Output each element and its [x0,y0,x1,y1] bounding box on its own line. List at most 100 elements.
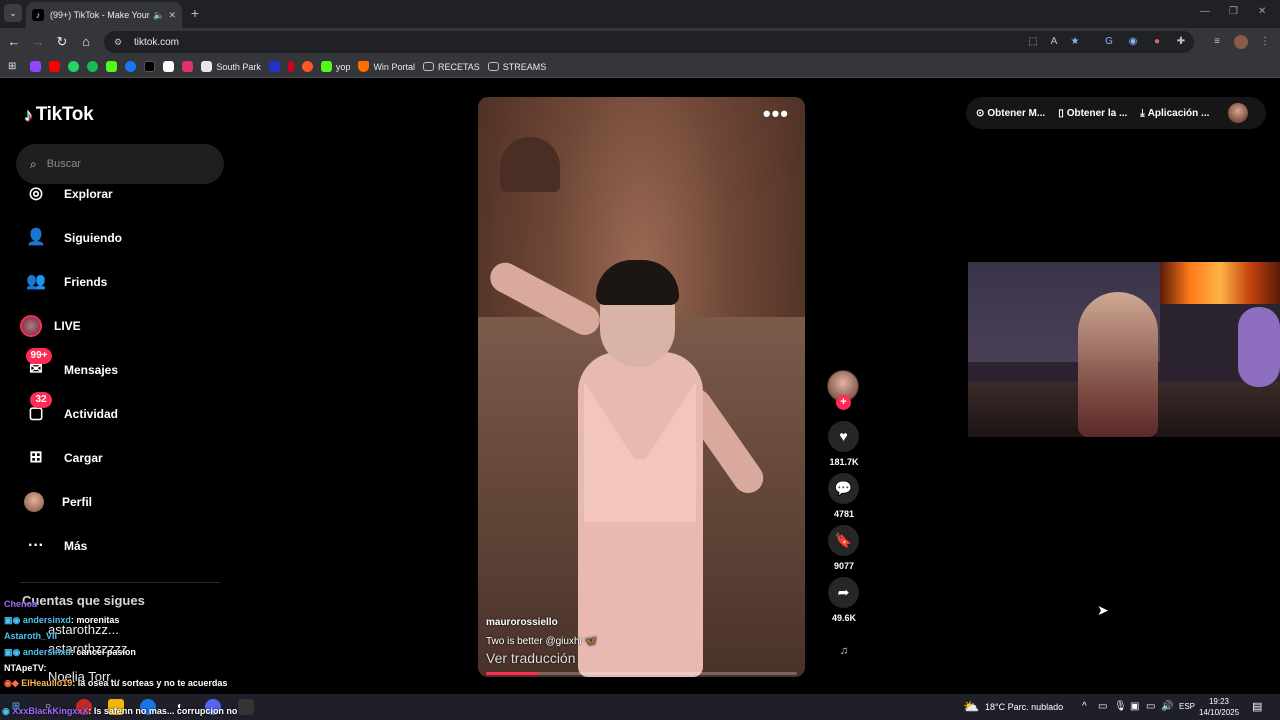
close-window-icon[interactable]: ✕ [1258,6,1266,17]
desktop-app-button[interactable]: ⤓ Aplicación ... [1140,108,1209,119]
new-tab-button[interactable]: + [186,5,204,23]
bookmark-item[interactable] [125,61,137,72]
weather-text[interactable]: 18°C Parc. nublado [985,702,1063,712]
nav-perfil[interactable]: Perfil [24,488,92,516]
bookmark-label: Win Portal [373,61,415,72]
get-app-button[interactable]: ▯ Obtener la ... [1058,108,1127,119]
video-caption: Two is better @giuxhi 🦋 [486,636,597,647]
minimize-icon[interactable]: — [1200,6,1210,17]
volume-icon[interactable]: 🔊 [1161,701,1173,712]
bookmark-southpark[interactable]: South Park [201,61,261,72]
video-figure [596,260,679,305]
profile-icon[interactable] [1234,35,1248,49]
search-placeholder: Buscar [46,158,81,170]
twitch-icon [30,61,42,72]
bookmark-item[interactable] [49,61,61,72]
follow-plus-icon[interactable]: + [836,395,851,410]
bookmark-item[interactable] [301,61,313,72]
translate-link[interactable]: Ver traducción [486,650,576,666]
bookmark-item[interactable] [268,61,280,72]
browser-tab[interactable]: ♪ (99+) TikTok - Make Your Da 🔈 ✕ [26,2,182,28]
nav-mensajes[interactable]: ✉ 99+ Mensajes [24,348,118,384]
nav-label: Cargar [64,451,103,465]
logo-text: TikTok [35,104,94,125]
folder-icon [487,62,499,71]
bookmark-winportal[interactable]: Win Portal [358,61,415,72]
video-progress-bar[interactable] [486,672,797,675]
site-controls-icon[interactable]: ⚙ [114,37,126,47]
reload-icon[interactable]: ↻ [54,34,70,50]
bookmark-folder-streams[interactable]: STREAMS [487,62,546,72]
nav-explorar[interactable]: ◎ Explorar [24,180,113,208]
translate-icon[interactable]: A [1047,35,1061,49]
nav-cargar[interactable]: ⊞ Cargar [24,444,103,472]
bookmark-item[interactable] [30,61,42,72]
extension-red-icon[interactable]: ● [1150,35,1164,49]
bookmark-yop[interactable]: yop [320,61,350,72]
share-button[interactable]: ➦ [828,577,859,608]
forward-icon[interactable]: → [30,34,46,50]
nav-actividad[interactable]: ▢ 32 Actividad [24,392,118,428]
nav-siguiendo[interactable]: 👤 Siguiendo [24,224,122,252]
tiktok-logo[interactable]: ♪ TikTok [24,104,94,126]
nav-mas[interactable]: ··· Más [24,532,87,560]
bookmark-item[interactable] [87,61,99,72]
apps-grid-icon[interactable]: ⊞ [8,61,16,72]
bookmark-item[interactable] [163,61,175,72]
browser-toolbar: ← → ↻ ⌂ ⚙ tiktok.com ⬚ A ★ G ◉ ● ✚ ≡ ⋮ [0,28,1280,56]
bookmark-item[interactable] [287,61,294,72]
nav-live[interactable]: LIVE [20,312,81,340]
folder-icon [422,62,434,71]
download-icon: ⤓ [1140,107,1145,119]
nav-friends[interactable]: 👥 Friends [24,268,107,296]
maximize-icon[interactable]: ❐ [1229,6,1238,17]
weather-cloud-icon[interactable]: ⛅ [963,699,979,715]
extension-translate-icon[interactable]: G [1102,35,1116,49]
browser-titlebar: ⌄ ♪ (99+) TikTok - Make Your Da 🔈 ✕ + — … [0,0,1280,28]
install-app-icon[interactable]: ⬚ [1026,35,1040,49]
extensions-puzzle-icon[interactable]: ✚ [1174,35,1188,49]
language-indicator[interactable]: ESP [1179,702,1195,711]
menu-kebab-icon[interactable]: ⋮ [1258,35,1272,49]
video-author[interactable]: maurorossiello [486,617,558,628]
close-tab-icon[interactable]: ✕ [168,10,176,21]
back-icon[interactable]: ← [6,34,22,50]
get-coins-button[interactable]: ⊙ Obtener M... [976,108,1045,119]
button-label: Obtener la ... [1066,107,1128,119]
tiktok-icon [144,61,156,72]
user-avatar[interactable] [1228,103,1248,123]
tab-search-button[interactable]: ⌄ [4,4,22,22]
app-icon[interactable] [238,699,254,715]
bookmark-item[interactable] [106,61,118,72]
bookmark-folder-recetas[interactable]: RECETAS [422,62,480,72]
comment-count: 4781 [833,509,855,519]
video-more-options-icon[interactable]: ••• [763,101,789,127]
bookmark-item[interactable] [144,61,156,72]
comment-button[interactable]: 💬 [828,473,859,504]
bookmark-item[interactable] [68,61,80,72]
tray-app-icon[interactable]: ▭ [1098,701,1107,712]
speaker-icon[interactable]: 🔈 [153,10,164,21]
save-button[interactable]: 🔖 [828,525,859,556]
search-input[interactable]: ⌕ Buscar [16,144,224,184]
phone-icon: ▯ [1058,107,1064,119]
shield-icon [358,61,370,72]
webcam-scene [1160,262,1280,304]
bookmark-item[interactable] [182,61,194,72]
bookmark-star-icon[interactable]: ★ [1068,35,1082,49]
media-controls-icon[interactable]: ≡ [1210,35,1224,49]
clock[interactable]: 19:23 14/10/2025 [1199,696,1239,718]
microphone-icon[interactable]: 🎙 [1114,701,1127,712]
like-button[interactable]: ♥ [828,421,859,452]
extension-audio-icon[interactable]: ◉ [1126,35,1140,49]
tray-chevron-icon[interactable]: ^ [1082,701,1087,712]
tray-app-icon[interactable]: ▣ [1130,701,1139,712]
video-player[interactable]: ••• maurorossiello Two is better @giuxhi… [478,97,805,677]
notification-icon[interactable]: ▤ [1252,700,1262,713]
network-icon[interactable]: ▭ [1146,701,1155,712]
home-icon[interactable]: ⌂ [78,34,94,50]
more-icon: ··· [28,537,44,554]
share-icon: ➦ [837,584,850,600]
music-disc-icon[interactable]: ♫ [826,645,862,665]
video-lamp [500,137,560,192]
